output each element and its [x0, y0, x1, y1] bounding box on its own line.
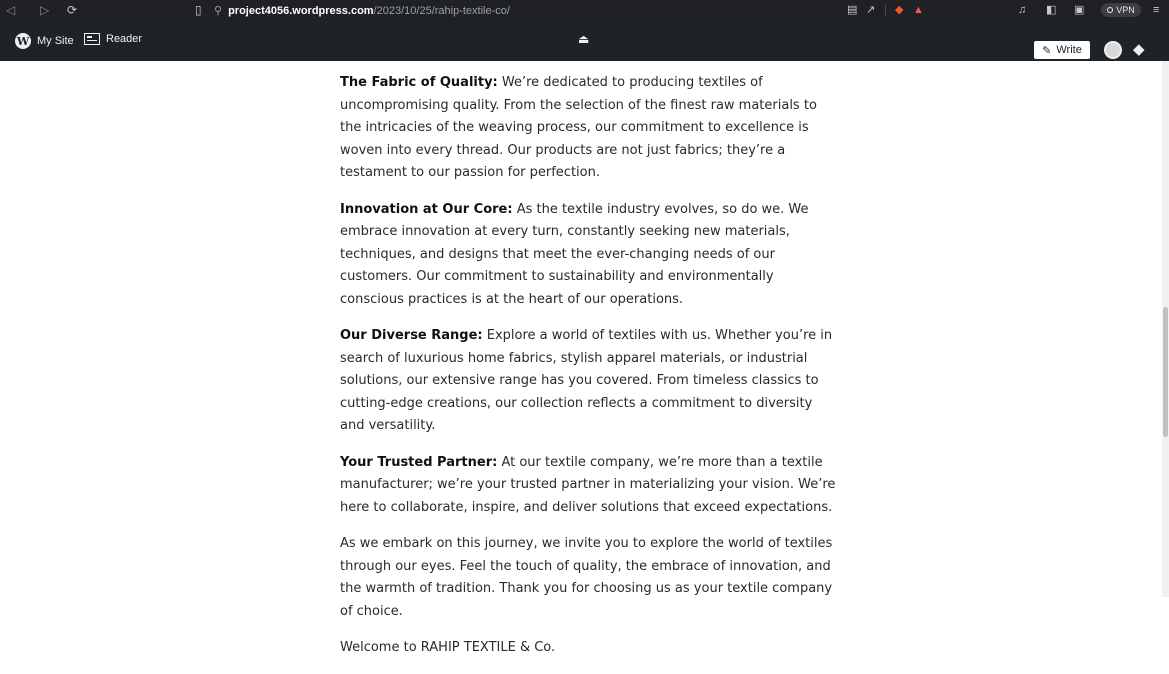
brave-shields-icon[interactable]: ◆	[895, 3, 903, 17]
paragraph-text: As the textile industry evolves, so do w…	[340, 201, 809, 307]
collapse-icon[interactable]: ⏏	[578, 32, 589, 46]
paragraph-text: Welcome to RAHIP TEXTILE & Co.	[340, 640, 556, 655]
wallet-icon[interactable]: ▣	[1074, 3, 1084, 17]
media-icon[interactable]: ♫	[1018, 3, 1026, 17]
vpn-icon	[1107, 7, 1114, 13]
toolbar-divider: |	[884, 4, 887, 16]
reader-icon	[84, 33, 100, 45]
paragraph-diverse-range: Our Diverse Range: Explore a world of te…	[340, 325, 840, 438]
article-content: The Fabric of Quality: We’re dedicated t…	[340, 72, 840, 674]
pen-icon: ✎	[1042, 44, 1052, 57]
paragraph-lead: Your Trusted Partner:	[340, 454, 498, 470]
url-text[interactable]: project4056.wordpress.com/2023/10/25/rah…	[228, 5, 510, 17]
my-site-link[interactable]: W My Site	[15, 33, 74, 49]
forward-icon[interactable]: ▷	[40, 3, 49, 17]
paragraph-journey: As we embark on this journey, we invite …	[340, 533, 840, 623]
reload-icon[interactable]: ⟳	[67, 3, 77, 17]
write-label: Write	[1056, 44, 1082, 56]
reader-label: Reader	[106, 33, 143, 45]
reader-mode-icon[interactable]: ▤	[847, 3, 857, 17]
site-settings-icon[interactable]: ⚲	[214, 4, 222, 17]
paragraph-lead: Our Diverse Range:	[340, 328, 483, 343]
scrollbar-thumb[interactable]	[1163, 307, 1168, 437]
menu-icon[interactable]: ≡	[1153, 3, 1159, 17]
paragraph-text: We’re dedicated to producing textiles of…	[340, 75, 817, 180]
notifications-icon[interactable]: ◆	[1133, 41, 1145, 59]
bookmark-icon[interactable]: ▯	[195, 3, 202, 17]
paragraph-trusted-partner: Your Trusted Partner: At our textile com…	[340, 452, 840, 520]
wp-admin-bar: W My Site Reader ⏏	[0, 21, 1169, 61]
avatar[interactable]	[1104, 41, 1122, 59]
paragraph-lead: The Fabric of Quality:	[340, 75, 498, 90]
url-host: project4056.wordpress.com	[228, 4, 374, 17]
paragraph-welcome: Welcome to RAHIP TEXTILE & Co.	[340, 637, 840, 660]
sidebar-icon[interactable]: ◧	[1046, 3, 1056, 17]
vpn-button[interactable]: VPN	[1101, 3, 1141, 17]
address-bar[interactable]: ⚲ project4056.wordpress.com/2023/10/25/r…	[214, 3, 949, 18]
vpn-label: VPN	[1116, 5, 1135, 15]
wordpress-logo-icon: W	[15, 33, 31, 49]
url-path: /2023/10/25/rahip-textile-co/	[373, 4, 510, 17]
browser-toolbar: ◁ ▷ ⟳ ▯ ⚲ project4056.wordpress.com/2023…	[0, 0, 1169, 21]
write-button[interactable]: ✎ Write	[1034, 41, 1090, 59]
paragraph-lead: Innovation at Our Core:	[340, 201, 513, 217]
reader-link[interactable]: Reader	[84, 33, 142, 45]
paragraph-text: As we embark on this journey, we invite …	[340, 536, 833, 619]
back-icon[interactable]: ◁	[6, 3, 15, 17]
paragraph-fabric-of-quality: The Fabric of Quality: We’re dedicated t…	[340, 72, 840, 185]
share-icon[interactable]: ↗	[866, 3, 875, 17]
paragraph-text: Explore a world of textiles with us. Whe…	[340, 328, 833, 433]
paragraph-innovation: Innovation at Our Core: As the textile i…	[340, 199, 840, 312]
my-site-label: My Site	[37, 35, 74, 47]
brave-rewards-icon[interactable]: ▲	[913, 3, 924, 17]
